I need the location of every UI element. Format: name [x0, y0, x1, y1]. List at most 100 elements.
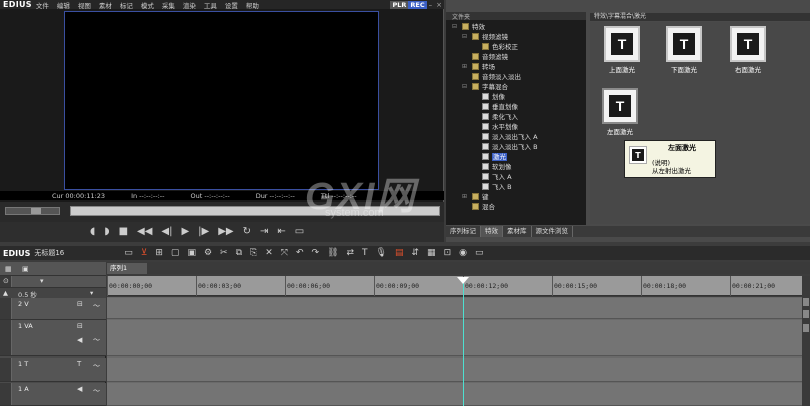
add-clip-icon[interactable]: ⊞ [155, 248, 163, 258]
waveform-icon[interactable]: 〜 [93, 386, 100, 396]
tree-item[interactable]: ⊟ 特效 [446, 22, 586, 32]
open-icon[interactable]: ▢ [171, 248, 180, 258]
expand-icon[interactable]: ▾ [40, 277, 44, 285]
mode-switch[interactable]: PLR REC [390, 0, 427, 9]
track-1va[interactable]: 1 VA ⊟ ◀ 〜 [0, 320, 106, 356]
shuttle-thumb[interactable] [31, 208, 41, 214]
play-icon[interactable]: ▶ [181, 227, 189, 237]
undo-icon[interactable]: ↶ [296, 248, 304, 258]
grid-icon[interactable]: ▦ [427, 248, 436, 258]
speaker-icon[interactable]: ◀ [77, 385, 82, 393]
tab-effects[interactable]: 特效 [481, 226, 503, 237]
microphone-icon[interactable]: 🎙 [376, 248, 387, 258]
menu-edit[interactable]: 编辑 [57, 0, 70, 10]
tree-item[interactable]: 水平划像 [446, 122, 586, 132]
output-icon[interactable]: ▭ [295, 227, 304, 237]
set-in-icon[interactable]: ◖ [90, 227, 95, 237]
delete-icon[interactable]: ✕ [265, 248, 273, 258]
tree-item[interactable]: ⊟ 视频滤镜 [446, 32, 586, 42]
timeline-cursor-head[interactable] [457, 277, 469, 284]
menu-clip[interactable]: 素材 [99, 0, 112, 10]
title-track-icon[interactable]: T [77, 360, 81, 368]
snap-icon[interactable]: ⇄ [347, 248, 355, 258]
collapse-icon[interactable]: ⊟ [462, 32, 467, 42]
vertical-scrollbar[interactable] [802, 276, 810, 406]
lock-icon[interactable]: ⊙ [3, 277, 9, 285]
title-icon[interactable]: T [362, 248, 368, 258]
tree-item[interactable]: 色彩校正 [446, 42, 586, 52]
close-icon[interactable]: × [436, 1, 442, 9]
menu-tools[interactable]: 工具 [204, 0, 217, 10]
waveform-icon[interactable]: 〜 [93, 335, 100, 345]
effect-item-bottom-laser[interactable]: T 下面激光 [652, 26, 716, 74]
track-lane-2v[interactable] [107, 298, 802, 319]
collapse-icon[interactable]: ⊟ [462, 82, 467, 92]
tree-item[interactable]: 激光 [446, 152, 586, 162]
zoom-lock-icon[interactable]: ▲ [3, 289, 8, 297]
fast-forward-icon[interactable]: ▶▶ [218, 227, 233, 237]
audio-mixer-icon[interactable]: ▤ [395, 248, 404, 258]
sequence-icon[interactable]: ⇵ [412, 248, 420, 258]
track-lane-1va[interactable] [107, 320, 802, 356]
video-sync-icon[interactable]: ⊟ [77, 300, 83, 308]
menu-mode[interactable]: 模式 [141, 0, 154, 10]
track-lane-1t[interactable] [107, 358, 802, 382]
tree-item[interactable]: 淡入淡出飞入 A [446, 132, 586, 142]
minimize-icon[interactable]: – [429, 1, 433, 9]
waveform-icon[interactable]: 〜 [93, 361, 100, 371]
tab-sequence-markers[interactable]: 序列标记 [446, 226, 481, 237]
tree-item[interactable]: ⊟ 字幕混合 [446, 82, 586, 92]
step-forward-icon[interactable]: |▶ [198, 227, 209, 237]
tree-item[interactable]: ⊞ 转场 [446, 62, 586, 72]
menu-view[interactable]: 视图 [78, 0, 91, 10]
track-1t[interactable]: 1 T T 〜 [0, 358, 106, 382]
menu-marker[interactable]: 标记 [120, 0, 133, 10]
step-back-icon[interactable]: ◀| [161, 227, 172, 237]
effect-item-right-laser[interactable]: T 右面激光 [716, 26, 780, 74]
timeline-ruler[interactable]: 00:00:00;00 00:00:03;00 00:00:06;00 00:0… [107, 276, 802, 296]
save-icon[interactable]: ▣ [187, 248, 196, 258]
expand-icon[interactable]: ⊞ [462, 62, 467, 72]
menu-capture[interactable]: 采集 [162, 0, 175, 10]
track-lane-1a[interactable] [107, 383, 802, 406]
record-icon[interactable]: ▭ [124, 248, 133, 258]
zoom-dropdown-icon[interactable]: ▾ [90, 289, 93, 297]
menu-help[interactable]: 帮助 [246, 0, 259, 10]
insert-icon[interactable]: ⇥ [260, 227, 268, 237]
tab-sequence1[interactable]: 序列1 [107, 263, 147, 274]
layout-icon[interactable]: ▭ [475, 248, 484, 258]
collapse-icon[interactable]: ⊟ [452, 22, 457, 32]
waveform-icon[interactable]: 〜 [93, 301, 100, 311]
play-circle-icon[interactable]: ◉ [459, 248, 467, 258]
mode-plr[interactable]: PLR [390, 0, 409, 9]
menu-settings[interactable]: 设置 [225, 0, 238, 10]
menu-render[interactable]: 渲染 [183, 0, 196, 10]
tree-item[interactable]: 音频淡入淡出 [446, 72, 586, 82]
timeline-cursor[interactable] [463, 278, 464, 406]
mode-icon[interactable]: ⊻ [141, 248, 148, 258]
track-settings-icon[interactable]: ▦ [5, 265, 12, 273]
scroll-up-icon[interactable] [803, 298, 809, 306]
tree-item[interactable]: 柔化飞入 [446, 112, 586, 122]
link-icon[interactable]: ⛓ [327, 248, 338, 258]
mode-rec[interactable]: REC [408, 0, 427, 9]
redo-icon[interactable]: ↷ [312, 248, 320, 258]
tree-item[interactable]: 垂直划像 [446, 102, 586, 112]
effect-item-left-laser[interactable]: T 左面激光 [588, 88, 652, 136]
tree-item[interactable]: 音频滤镜 [446, 52, 586, 62]
overwrite-icon[interactable]: ⇤ [277, 227, 285, 237]
copy-icon[interactable]: ⧉ [236, 248, 242, 258]
track-2v[interactable]: 2 V ⊟ 〜 [0, 298, 106, 320]
cut-icon[interactable]: ✂ [220, 248, 228, 258]
tree-item[interactable]: 划像 [446, 92, 586, 102]
timeline-tracks[interactable] [107, 297, 802, 406]
ripple-delete-icon[interactable]: ⤧ [281, 248, 288, 258]
track-1a[interactable]: 1 A ◀ 〜 [0, 383, 106, 406]
scroll-thumb[interactable] [803, 310, 809, 318]
settings-icon[interactable]: ⚙ [204, 248, 212, 258]
track-toggle-icon[interactable]: ▣ [22, 265, 29, 273]
tree-item[interactable]: 淡入淡出飞入 B [446, 142, 586, 152]
render-icon[interactable]: ⊡ [444, 248, 452, 258]
shuttle-slider[interactable] [5, 207, 60, 215]
menu-file[interactable]: 文件 [36, 0, 49, 10]
